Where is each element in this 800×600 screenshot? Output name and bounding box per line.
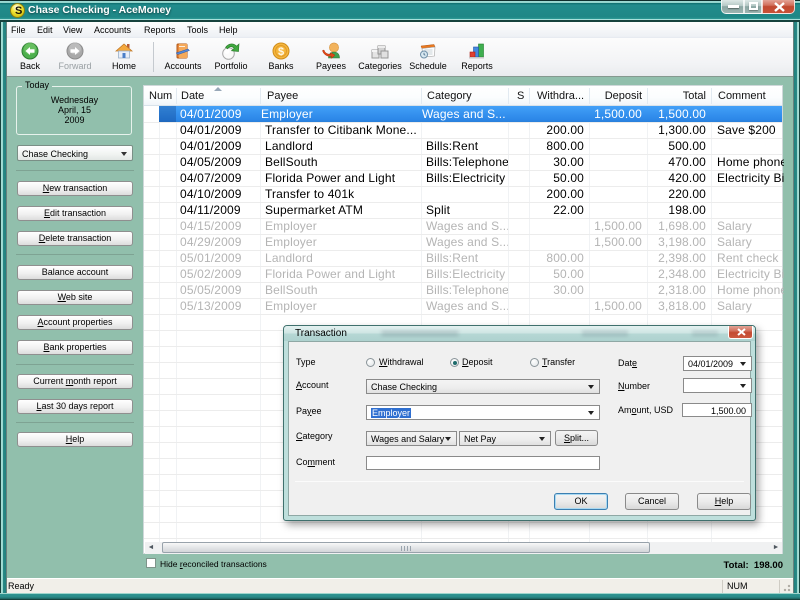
svg-text:$: $ — [278, 46, 284, 58]
